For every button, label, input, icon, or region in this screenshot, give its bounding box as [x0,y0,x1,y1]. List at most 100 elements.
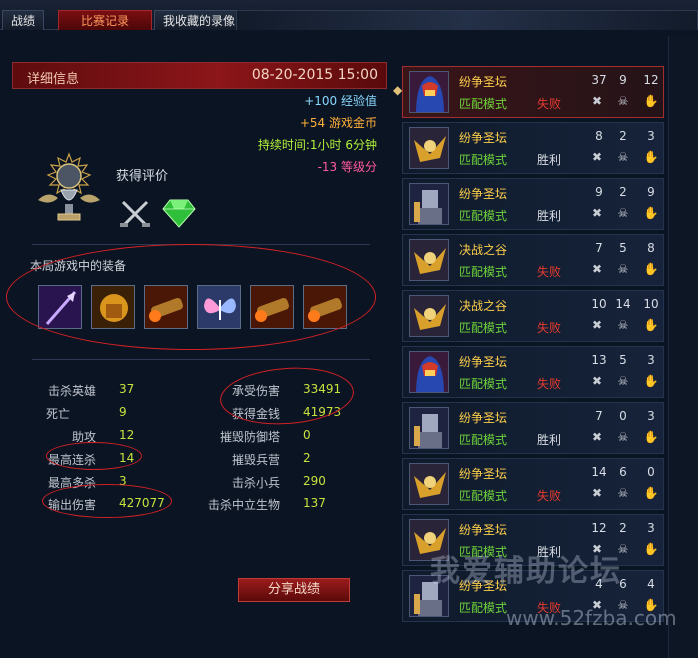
match-result: 失败 [537,377,562,391]
crossed-swords-icon: ✖ [591,206,603,220]
kills-value: 10 [591,297,607,311]
match-row[interactable]: 纷争圣坛匹配模式 胜利 7 0 3 ✖ ☠ ✋ [402,402,664,454]
map-name: 纷争圣坛 [459,467,508,481]
assists-value: 3 [647,353,655,367]
match-row[interactable]: ◆ 纷争圣坛 匹配模式 失败 37 9 12 ✖ ☠ ✋ [393,66,664,118]
match-duration: 持续时间:1小时 6分钟 [257,138,377,152]
map-name: 纷争圣坛 [459,75,508,89]
assists-value: 10 [643,297,659,311]
tab-stats[interactable]: 战绩 [2,10,45,30]
game-mode: 匹配模式 [459,153,508,167]
match-detail-panel: 详细信息 08-20-2015 15:00 +100 经验值 +54 游戏金币 … [6,62,387,622]
game-mode: 匹配模式 [459,321,508,335]
hand-icon: ✋ [643,430,659,444]
map-name: 纷争圣坛 [459,131,508,145]
assists-value: 9 [647,185,655,199]
level-points-change: -13 等级分 [317,160,377,174]
watermark-url: www.52fzba.com [506,606,677,630]
map-name: 决战之谷 [459,243,508,257]
match-row[interactable]: 纷争圣坛匹配模式 胜利 8 2 3 ✖ ☠ ✋ [402,122,664,174]
stat-value: 37 [119,382,135,396]
assists-value: 3 [647,129,655,143]
assists-value: 4 [647,577,655,591]
match-result: 胜利 [537,153,562,167]
hero-avatar [409,407,449,449]
trophy-icon [38,152,100,221]
skull-icon: ☠ [617,262,629,276]
hero-avatar [409,71,449,113]
hand-icon: ✋ [643,150,659,164]
skull-icon: ☠ [617,150,629,164]
detail-title: 详细信息 [27,72,80,87]
skull-icon: ☠ [617,430,629,444]
crossed-swords-icon: ✖ [591,94,603,108]
match-row[interactable]: 纷争圣坛 匹配模式 失败 13 5 3 ✖ ☠ ✋ [402,346,664,398]
skull-icon: ☠ [617,206,629,220]
stat-label: 死亡 [45,407,70,421]
match-result: 胜利 [537,433,562,447]
tab-match-history[interactable]: 比赛记录 [58,10,152,30]
kills-value: 12 [591,521,607,535]
stat-label: 摧毁兵营 [231,453,280,467]
kills-value: 7 [595,409,603,423]
skull-icon: ☠ [617,318,629,332]
stat-label: 击杀小兵 [231,476,280,490]
skull-icon: ☠ [617,374,629,388]
map-name: 决战之谷 [459,299,508,313]
stat-label: 摧毁防御塔 [219,430,280,444]
deaths-value: 5 [619,241,627,255]
match-result: 失败 [537,489,562,503]
crossed-swords-icon [120,200,150,227]
game-mode: 匹配模式 [459,433,508,447]
hand-icon: ✋ [643,94,659,108]
hero-avatar [409,183,449,225]
tab-favorite-replays[interactable]: 我收藏的录像 [154,10,245,30]
exp-gain: +100 经验值 [304,94,377,108]
tab-bar-fill [236,10,698,30]
assists-value: 8 [647,241,655,255]
stat-value: 2 [303,451,311,465]
crossed-swords-icon: ✖ [591,374,603,388]
crossed-swords-icon: ✖ [591,430,603,444]
kills-value: 8 [595,129,603,143]
crossed-swords-icon: ✖ [591,486,603,500]
hero-avatar [409,295,449,337]
hand-icon: ✋ [643,262,659,276]
stat-value: 290 [303,474,326,488]
deaths-value: 14 [615,297,631,311]
detail-header: 详细信息 08-20-2015 15:00 [12,62,387,89]
annotation-oval [46,442,142,470]
assists-value: 3 [647,409,655,423]
skull-icon: ☠ [617,486,629,500]
crossed-swords-icon: ✖ [591,318,603,332]
stat-value: 0 [303,428,311,442]
selected-arrow-icon: ◆ [393,83,403,97]
crossed-swords-icon: ✖ [591,150,603,164]
deaths-value: 5 [619,353,627,367]
hero-avatar [409,351,449,393]
game-mode: 匹配模式 [459,377,508,391]
deaths-value: 9 [619,73,627,87]
match-row[interactable]: 决战之谷 匹配模式 失败 10 14 10 ✖ ☠ ✋ [402,290,664,342]
kills-value: 13 [591,353,607,367]
map-name: 纷争圣坛 [459,411,508,425]
assists-value: 3 [647,521,655,535]
game-mode: 匹配模式 [459,601,508,615]
match-date: 08-20-2015 15:00 [251,67,378,83]
deaths-value: 2 [619,129,627,143]
crossed-swords-icon: ✖ [591,262,603,276]
game-mode: 匹配模式 [459,209,508,223]
kills-value: 9 [595,185,603,199]
match-row[interactable]: 纷争圣坛 匹配模式 失败 14 6 0 ✖ ☠ ✋ [402,458,664,510]
stat-value: 9 [119,405,127,419]
deaths-value: 0 [619,409,627,423]
kills-value: 7 [595,241,603,255]
share-button[interactable]: 分享战绩 [238,578,350,602]
hero-avatar [409,239,449,281]
tab-bar: 战绩 比赛记录 我收藏的录像 [0,0,698,30]
match-row[interactable]: 纷争圣坛 匹配模式 胜利 9 2 9 ✖ ☠ ✋ [402,178,664,230]
deaths-value: 2 [619,185,627,199]
map-name: 纷争圣坛 [459,355,508,369]
match-row[interactable]: 决战之谷 匹配模式 失败 7 5 8 ✖ ☠ ✋ [402,234,664,286]
gold-gain: +54 游戏金币 [299,116,377,130]
